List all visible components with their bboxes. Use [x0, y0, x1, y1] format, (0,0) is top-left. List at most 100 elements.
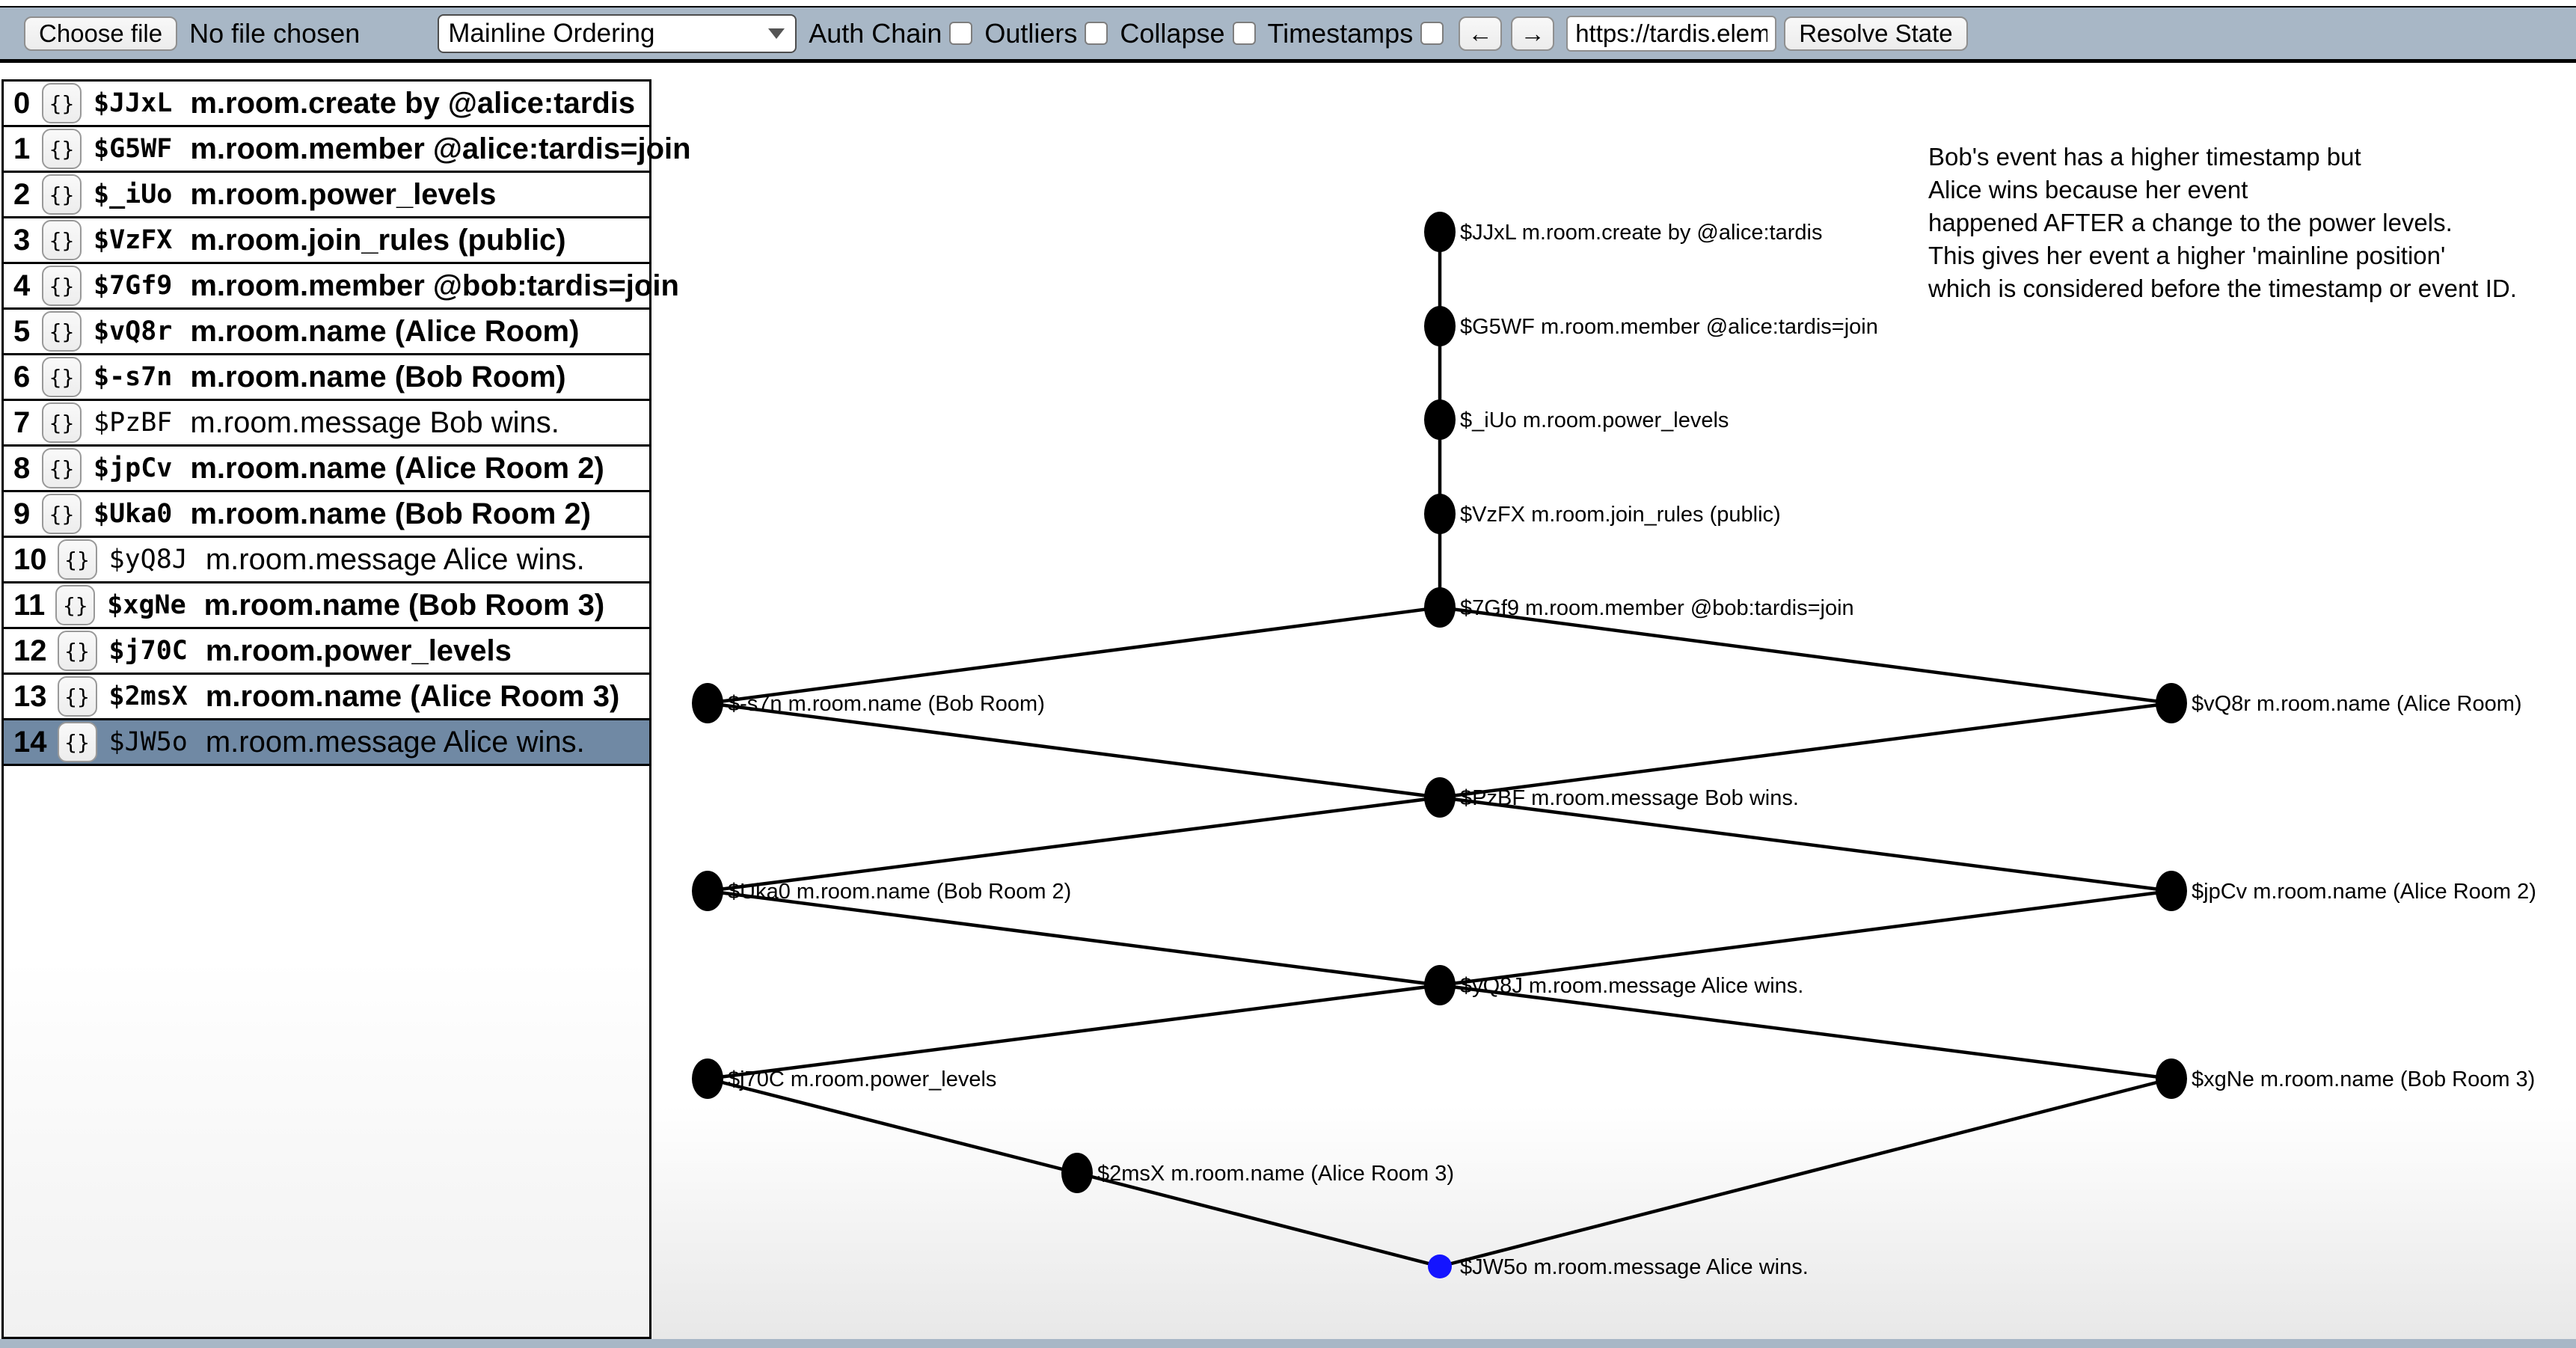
event-row-index: 12 — [13, 634, 47, 668]
event-json-button[interactable]: {} — [42, 174, 82, 215]
event-row[interactable]: 11 {} $xgNe m.room.name (Bob Room 3) — [4, 583, 649, 629]
annotation-text: Bob's event has a higher timestamp butAl… — [1928, 141, 2517, 305]
event-id: $VzFX — [93, 225, 172, 255]
event-id: $2msX — [109, 681, 188, 711]
graph-node[interactable] — [1061, 1153, 1093, 1193]
graph-node-label: $2msX m.room.name (Alice Room 3) — [1097, 1162, 1454, 1186]
graph-node-label: $_iUo m.room.power_levels — [1460, 408, 1729, 432]
event-json-button[interactable]: {} — [58, 676, 97, 717]
event-row[interactable]: 0{}$JJxLm.room.create by @alice:tardis — [4, 82, 649, 127]
event-description: m.room.name (Alice Room 2) — [190, 452, 604, 485]
graph-node-label: $PzBF m.room.message Bob wins. — [1460, 786, 1799, 810]
graph-node-label: $Uka0 m.room.name (Bob Room 2) — [728, 880, 1071, 904]
graph-edge — [708, 797, 1440, 891]
annotation-line: happened AFTER a change to the power lev… — [1928, 206, 2517, 239]
event-description: m.room.name (Bob Room 3) — [204, 589, 605, 622]
event-row[interactable]: 4{}$7Gf9m.room.member @bob:tardis=join — [4, 264, 649, 310]
graph-node[interactable] — [1424, 587, 1456, 628]
graph-node[interactable] — [1424, 777, 1456, 818]
graph-node-selected[interactable] — [1428, 1254, 1452, 1278]
graph-edge — [708, 607, 1440, 703]
graph-node[interactable] — [1424, 306, 1456, 346]
event-json-button[interactable]: {} — [42, 402, 82, 443]
graph-node-label: $yQ8J m.room.message Alice wins. — [1460, 974, 1803, 998]
event-id: $vQ8r — [93, 316, 172, 346]
event-list-panel: 0{}$JJxLm.room.create by @alice:tardis1{… — [1, 79, 651, 1339]
event-description: m.room.create by @alice:tardis — [190, 87, 635, 120]
event-id: $jpCv — [93, 453, 172, 483]
annotation-line: Bob's event has a higher timestamp but — [1928, 141, 2517, 174]
event-json-button[interactable]: {} — [42, 357, 82, 397]
event-description: m.room.name (Alice Room 3) — [206, 680, 619, 714]
graph-node[interactable] — [1424, 965, 1456, 1005]
event-row-index: 2 — [13, 178, 31, 212]
event-json-button[interactable]: {} — [42, 494, 82, 534]
graph-edge — [1440, 1079, 2171, 1266]
event-row[interactable]: 9{}$Uka0m.room.name (Bob Room 2) — [4, 492, 649, 538]
graph-node[interactable] — [2156, 1059, 2187, 1099]
event-json-button[interactable]: {} — [58, 539, 97, 580]
event-row[interactable]: 13{}$2msXm.room.name (Alice Room 3) — [4, 675, 649, 720]
graph-node-label: $JJxL m.room.create by @alice:tardis — [1460, 221, 1822, 245]
event-row-index: 3 — [13, 224, 31, 257]
event-description: m.room.member @alice:tardis=join — [190, 132, 690, 166]
event-row-index: 0 — [13, 87, 31, 120]
event-description: m.room.message Alice wins. — [206, 726, 585, 759]
event-id: $j70C — [109, 636, 188, 666]
graph-node[interactable] — [1424, 212, 1456, 252]
event-id: $Uka0 — [93, 499, 172, 529]
event-id: $_iUo — [93, 180, 172, 209]
event-json-button[interactable]: {} — [55, 585, 95, 625]
event-row-index: 8 — [13, 452, 31, 485]
graph-node[interactable] — [692, 683, 723, 723]
event-json-button[interactable]: {} — [42, 311, 82, 352]
event-json-button[interactable]: {} — [42, 129, 82, 169]
event-json-button[interactable]: {} — [58, 631, 97, 671]
graph-node-label: $xgNe m.room.name (Bob Room 3) — [2192, 1067, 2535, 1091]
graph-node[interactable] — [692, 1059, 723, 1099]
event-json-button[interactable]: {} — [42, 83, 82, 123]
event-id: $xgNe — [107, 590, 185, 620]
event-row[interactable]: 12 {} $j70C m.room.power_levels — [4, 629, 649, 675]
event-list: 0{}$JJxLm.room.create by @alice:tardis1{… — [4, 82, 649, 766]
graph-node[interactable] — [1424, 494, 1456, 534]
footer-strip — [0, 1339, 2576, 1348]
event-row[interactable]: 3 {} $VzFX m.room.join_rules (public) — [4, 218, 649, 264]
event-row-index: 11 — [13, 589, 45, 622]
graph-node-label: $vQ8r m.room.name (Alice Room) — [2192, 692, 2522, 716]
graph-node-label: $-s7n m.room.name (Bob Room) — [728, 692, 1045, 716]
graph-node-label: $7Gf9 m.room.member @bob:tardis=join — [1460, 596, 1854, 620]
event-description: m.room.message Bob wins. — [190, 406, 559, 440]
graph-node[interactable] — [692, 871, 723, 911]
event-row-index: 14 — [13, 726, 47, 759]
graph-node-label: $jpCv m.room.name (Alice Room 2) — [2192, 880, 2536, 904]
event-description: m.room.join_rules (public) — [190, 224, 565, 257]
event-json-button[interactable]: {} — [42, 220, 82, 260]
event-description: m.room.power_levels — [190, 178, 496, 212]
event-json-button[interactable]: {} — [42, 448, 82, 488]
graph-edge — [1440, 797, 2171, 891]
graph-edge — [1440, 703, 2171, 797]
event-json-button[interactable]: {} — [58, 722, 97, 762]
event-description: m.room.message Alice wins. — [206, 543, 585, 577]
graph-node[interactable] — [2156, 871, 2187, 911]
annotation-line: Alice wins because her event — [1928, 174, 2517, 206]
event-row[interactable]: 7{}$PzBFm.room.message Bob wins. — [4, 401, 649, 447]
graph-node[interactable] — [2156, 683, 2187, 723]
event-description: m.room.name (Alice Room) — [190, 315, 579, 349]
event-row[interactable]: 1{}$G5WFm.room.member @alice:tardis=join — [4, 127, 649, 173]
graph-node[interactable] — [1424, 399, 1456, 440]
event-row[interactable]: 8 {} $jpCv m.room.name (Alice Room 2) — [4, 447, 649, 492]
event-json-button[interactable]: {} — [42, 266, 82, 306]
annotation-line: which is considered before the timestamp… — [1928, 272, 2517, 305]
event-row[interactable]: 6{}$-s7nm.room.name (Bob Room) — [4, 355, 649, 401]
event-row[interactable]: 10{}$yQ8Jm.room.message Alice wins. — [4, 538, 649, 583]
event-row[interactable]: 5{}$vQ8rm.room.name (Alice Room) — [4, 310, 649, 355]
event-row-index: 6 — [13, 361, 31, 394]
event-description: m.room.power_levels — [206, 634, 512, 668]
event-row[interactable]: 2 {} $_iUo m.room.power_levels — [4, 173, 649, 218]
event-description: m.room.member @bob:tardis=join — [190, 269, 679, 303]
event-id: $7Gf9 — [93, 271, 172, 301]
event-row-index: 4 — [13, 269, 31, 303]
event-row[interactable]: 14{}$JW5om.room.message Alice wins. — [4, 720, 649, 766]
